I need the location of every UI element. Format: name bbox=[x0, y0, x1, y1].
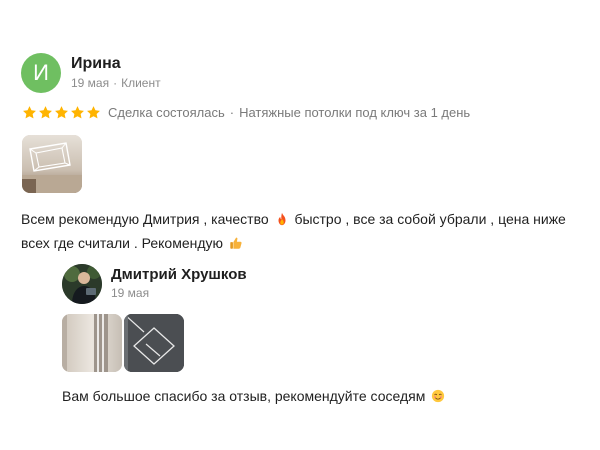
review-date: 19 мая bbox=[71, 76, 110, 90]
reply-photo-2-image bbox=[124, 314, 184, 372]
star-icon bbox=[55, 105, 68, 118]
avatar-letter: И bbox=[33, 60, 49, 85]
author-name[interactable]: Ирина bbox=[71, 55, 121, 73]
service-name[interactable]: Натяжные потолки под ключ за 1 день bbox=[239, 105, 470, 120]
thumbs-up-emoji-icon bbox=[230, 237, 242, 249]
meta-separator: · bbox=[113, 76, 118, 90]
review-text-part-1: Всем рекомендую Дмитрия , качество bbox=[21, 211, 269, 227]
reply-text: Вам большое спасибо за отзыв, рекомендуй… bbox=[62, 386, 447, 406]
rating-row: Сделка состоялась · Натяжные потолки под к… bbox=[22, 102, 470, 122]
deal-separator: · bbox=[229, 104, 235, 120]
reply-author-name[interactable]: Дмитрий Хрушков bbox=[111, 266, 247, 283]
rating-stars bbox=[22, 105, 101, 120]
star-icon bbox=[71, 105, 84, 118]
review-photo[interactable] bbox=[22, 135, 82, 193]
deal-info: Сделка состоялась · Натяжные потолки под к… bbox=[108, 105, 470, 120]
reply-date: 19 мая bbox=[111, 286, 150, 300]
reply-photo-2[interactable] bbox=[124, 314, 184, 372]
star-icon bbox=[39, 105, 52, 118]
ceiling-photo-image bbox=[22, 135, 82, 193]
reply-text-content: Вам большое спасибо за отзыв, рекомендуй… bbox=[62, 388, 426, 404]
review-text: Всем рекомендую Дмитрия , качество быстр… bbox=[21, 207, 586, 255]
reply-photo-1-image bbox=[62, 314, 122, 372]
author-avatar[interactable]: И bbox=[21, 53, 61, 93]
reply-author-avatar[interactable] bbox=[62, 264, 102, 304]
smiling-face-emoji-icon bbox=[432, 389, 445, 403]
fire-emoji-icon bbox=[278, 212, 286, 226]
reply-avatar-image bbox=[62, 264, 102, 304]
star-icon bbox=[87, 105, 100, 118]
reply-photo-1[interactable] bbox=[62, 314, 122, 372]
deal-status: Сделка состоялась bbox=[108, 104, 225, 120]
author-role: Клиент bbox=[121, 76, 161, 90]
review-meta: 19 мая · Клиент bbox=[71, 76, 161, 90]
star-icon bbox=[23, 105, 36, 118]
